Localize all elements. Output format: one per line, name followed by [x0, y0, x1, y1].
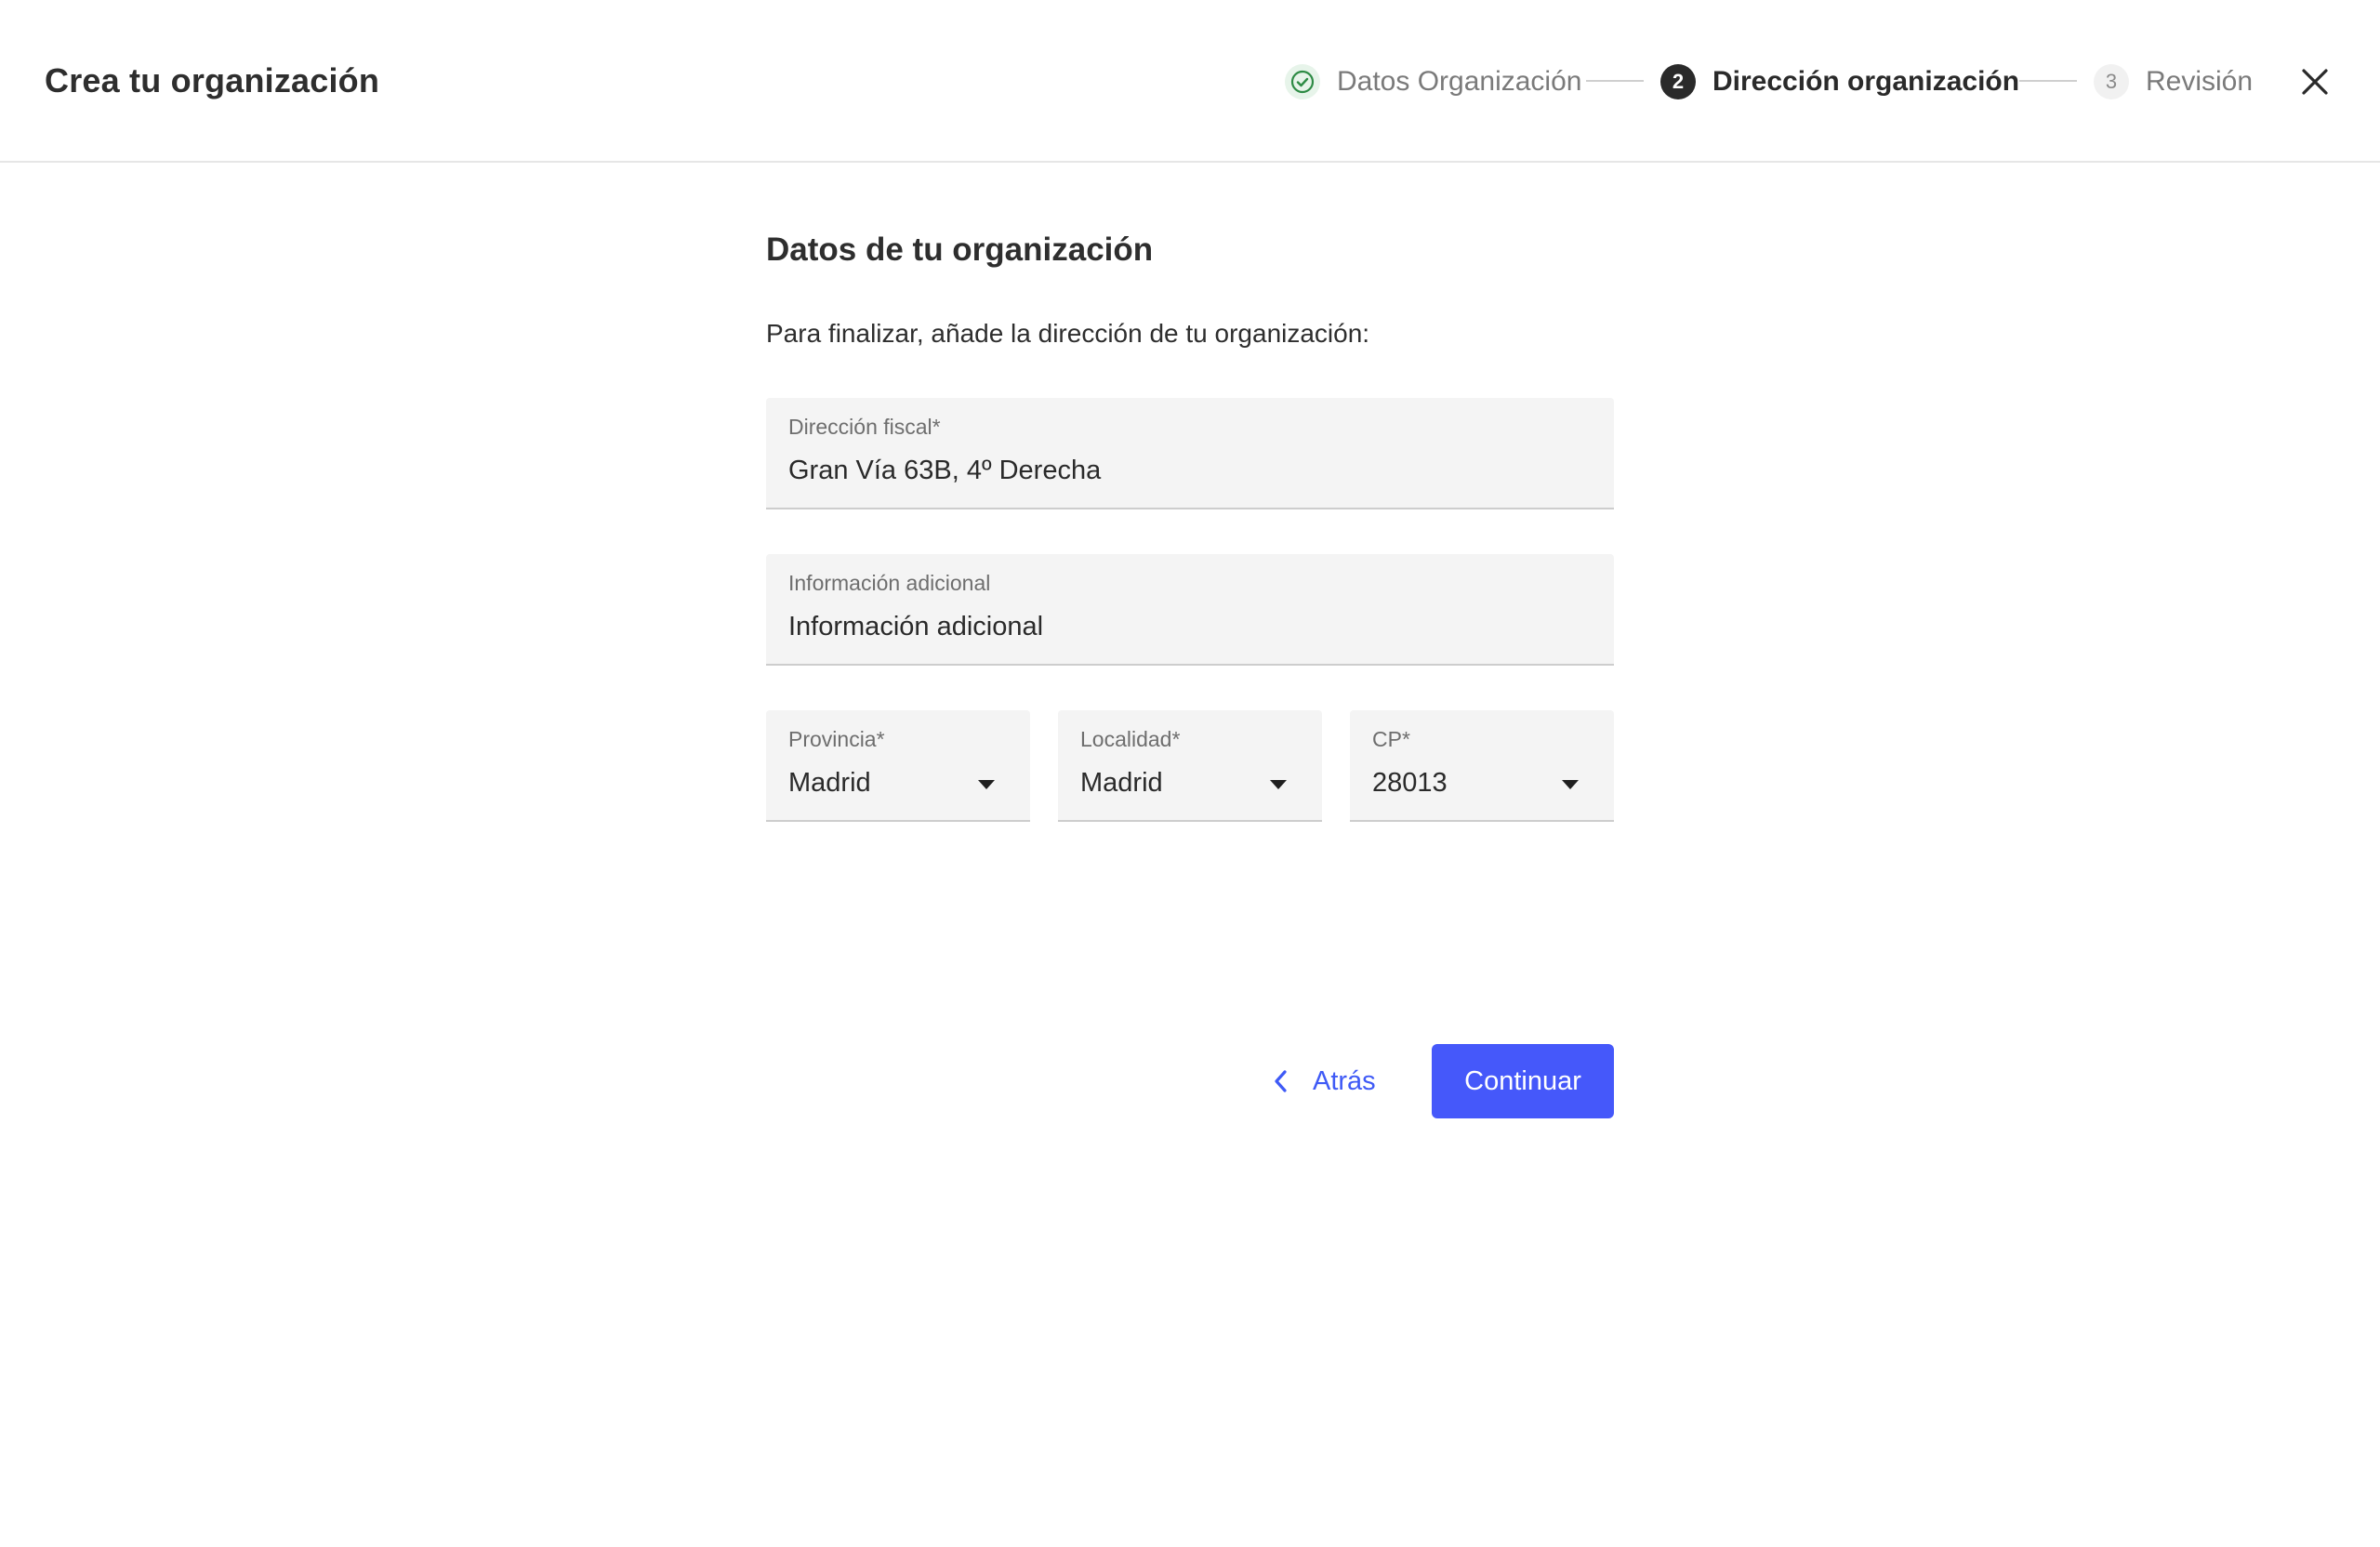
- step-label: Revisión: [2146, 66, 2254, 97]
- caret-down-icon: [1270, 780, 1287, 789]
- step-connector: [1586, 80, 1644, 82]
- section-description: Para finalizar, añade la dirección de tu…: [766, 319, 1370, 348]
- back-button[interactable]: Atrás: [1272, 1044, 1376, 1118]
- section-title: Datos de tu organización: [766, 231, 1154, 268]
- field-label: Provincia*: [788, 727, 885, 751]
- fiscal-address-field[interactable]: Dirección fiscal* Gran Vía 63B, 4º Derec…: [766, 398, 1614, 509]
- check-circle-icon: [1285, 64, 1320, 99]
- caret-down-icon: [1562, 780, 1579, 789]
- step-direccion-organizacion: 2 Dirección organización: [1660, 60, 2019, 104]
- header: Crea tu organización Datos Organización …: [0, 0, 2380, 163]
- step-number: 3: [2094, 64, 2129, 99]
- locality-value: Madrid: [1080, 768, 1163, 798]
- step-label: Dirección organización: [1712, 66, 2020, 97]
- postal-code-value: 28013: [1372, 768, 1448, 798]
- close-button[interactable]: [2293, 60, 2337, 104]
- chevron-left-icon: [1272, 1068, 1289, 1094]
- province-select[interactable]: Provincia* Madrid: [766, 710, 1030, 822]
- step-connector: [2019, 80, 2077, 82]
- caret-down-icon: [978, 780, 995, 789]
- field-label: Dirección fiscal*: [788, 415, 941, 439]
- close-icon: [2302, 69, 2328, 95]
- step-label: Datos Organización: [1337, 66, 1582, 97]
- province-value: Madrid: [788, 768, 871, 798]
- field-label: Información adicional: [788, 571, 991, 595]
- additional-info-field[interactable]: Información adicional Información adicio…: [766, 554, 1614, 666]
- locality-select[interactable]: Localidad* Madrid: [1058, 710, 1322, 822]
- step-number: 2: [1660, 64, 1696, 99]
- step-revision: 3 Revisión: [2094, 60, 2253, 104]
- field-label: CP*: [1372, 727, 1410, 751]
- field-label: Localidad*: [1080, 727, 1181, 751]
- stepper: Datos Organización 2 Dirección organizac…: [0, 60, 2380, 104]
- continue-button[interactable]: Continuar: [1432, 1044, 1614, 1118]
- step-datos-organizacion: Datos Organización: [1285, 60, 1581, 104]
- back-label: Atrás: [1313, 1065, 1376, 1096]
- postal-code-select[interactable]: CP* 28013: [1350, 710, 1614, 822]
- fiscal-address-input[interactable]: Gran Vía 63B, 4º Derecha: [788, 456, 1101, 486]
- additional-info-input[interactable]: Información adicional: [788, 612, 1043, 642]
